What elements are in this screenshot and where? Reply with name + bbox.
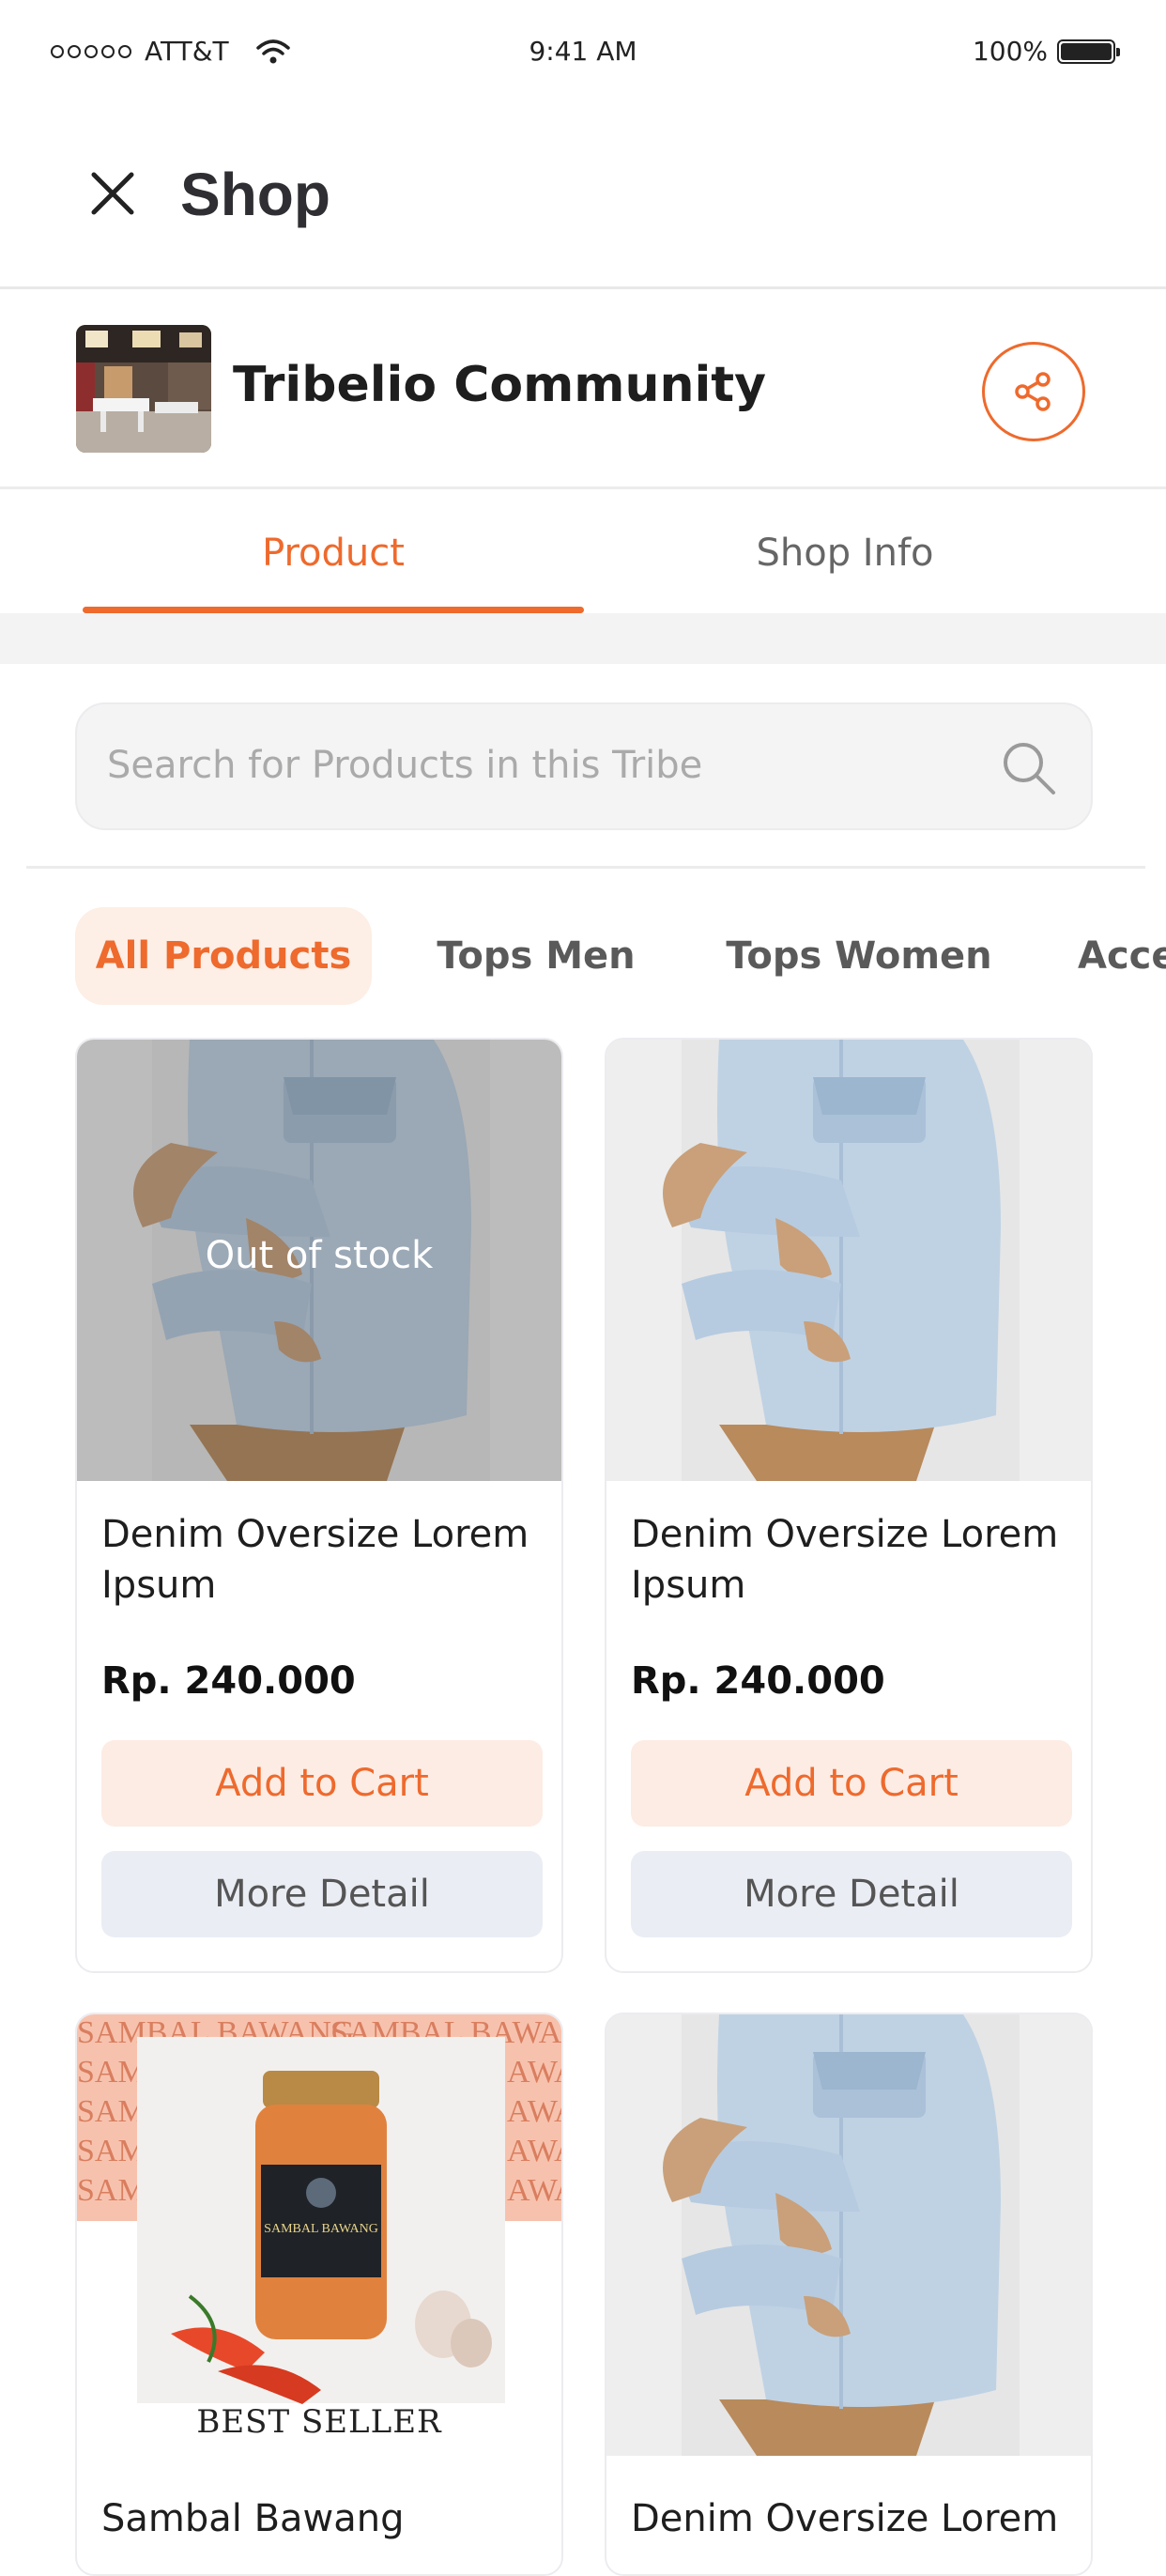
svg-text:SAM: SAM [77,2134,146,2168]
svg-text:SAM: SAM [77,2173,146,2208]
search-input[interactable]: Search for Products in this Tribe [75,702,1093,830]
search-icon[interactable] [999,738,1059,798]
status-bar: ATT&T 9:41 AM 100% [0,0,1166,111]
svg-text:AWA: AWA [507,2055,561,2090]
product-card[interactable]: Denim Oversize Lorem Ipsum Rp. 240.000 A… [605,1038,1093,1973]
svg-text:SAM: SAM [77,2055,146,2090]
section-separator [0,613,1166,664]
category-tops-men[interactable]: Tops Men [421,907,652,1005]
product-image: SAMBAL BAWANG SAMBAL BAWANG SAMAWA SAMAW… [77,2014,561,2456]
best-seller-label: BEST SELLER [196,2403,442,2441]
category-tops-women[interactable]: Tops Women [719,907,999,1005]
svg-text:AWA: AWA [507,2094,561,2129]
product-name: Denim Oversize Lorem [631,2497,1059,2540]
category-accessories[interactable]: Acce [1078,907,1166,1005]
out-of-stock-label: Out of stock [205,1234,434,1277]
product-name: Sambal Bawang [101,2497,405,2540]
product-price: Rp. 240.000 [631,1659,885,1703]
divider [26,866,1145,869]
svg-text:AWA: AWA [507,2173,561,2208]
more-detail-button[interactable]: More Detail [101,1851,543,1937]
battery-percent: 100% [972,36,1048,67]
product-card[interactable]: Denim Oversize Lorem [605,2013,1093,2576]
shop-name: Tribelio Community [233,357,767,413]
product-card[interactable]: SAMBAL BAWANG SAMBAL BAWANG SAMAWA SAMAW… [75,2013,563,2576]
search-placeholder: Search for Products in this Tribe [107,744,703,787]
page-title: Shop [180,161,330,228]
tab-shop-info[interactable]: Shop Info [584,532,1106,575]
battery-status: 100% [972,36,1120,67]
svg-text:AWA: AWA [507,2134,561,2168]
divider [0,286,1166,289]
category-all-products[interactable]: All Products [75,907,372,1005]
product-card[interactable]: Out of stock Denim Oversize Lorem Ipsum … [75,1038,563,1973]
product-image: Out of stock [77,1040,561,1481]
share-icon [1015,372,1051,411]
divider [0,486,1166,489]
product-name: Denim Oversize Lorem Ipsum [101,1513,529,1607]
product-name: Denim Oversize Lorem Ipsum [631,1513,1059,1607]
out-of-stock-overlay: Out of stock [77,1040,561,1481]
shop-avatar [76,325,211,453]
more-detail-button[interactable]: More Detail [631,1851,1072,1937]
product-price: Rp. 240.000 [101,1659,356,1703]
active-tab-indicator [83,607,584,613]
product-image [606,2014,1091,2456]
tab-product[interactable]: Product [83,532,584,575]
add-to-cart-button[interactable]: Add to Cart [631,1740,1072,1827]
add-to-cart-button[interactable]: Add to Cart [101,1740,543,1827]
svg-text:SAM: SAM [77,2094,146,2129]
share-button[interactable] [982,342,1085,441]
battery-icon [1057,39,1120,64]
product-image [606,1040,1091,1481]
close-icon[interactable] [86,167,139,220]
jar-label: SAMBAL BAWANG [264,2222,378,2236]
